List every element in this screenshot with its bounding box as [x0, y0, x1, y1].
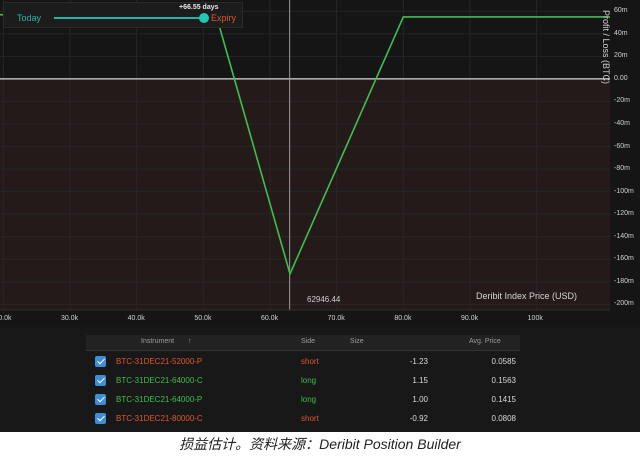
figure-caption: 损益估计。资料来源：Deribit Position Builder [179, 436, 461, 452]
y-tick-label: 20m [614, 52, 628, 60]
x-tick-label: 80.0k [394, 315, 412, 322]
x-tick-label: 70.0k [327, 315, 345, 322]
x-tick-label: 100k [527, 315, 543, 322]
x-axis-title: Deribit Index Price (USD) [476, 291, 578, 301]
time-slider[interactable]: Today +66.55 days Expiry [3, 2, 243, 28]
y-tick-label: -200m [614, 300, 634, 308]
pnl-chart: Today +66.55 days Expiry Profit / Loss (… [0, 0, 640, 327]
table-row: BTC-31DEC21-80000-C short -0.92 0.0808 [86, 410, 520, 428]
y-axis-title: Profit / Loss (BTC) [601, 9, 611, 84]
positions-table: Instrument ↑ Side Size Avg. Price BTC-31… [0, 327, 640, 432]
avg-price-cell: 0.0585 [491, 357, 516, 366]
side-cell: short [301, 414, 319, 423]
side-cell: long [301, 395, 317, 404]
avg-price-cell: 0.1563 [491, 376, 516, 385]
instrument-cell: BTC-31DEC21-64000-P [116, 395, 203, 404]
y-tick-label: -180m [614, 277, 634, 285]
row-checkbox[interactable] [95, 413, 106, 424]
sort-arrow-icon[interactable]: ↑ [188, 338, 192, 345]
slider-expiry-label: Expiry [211, 13, 237, 23]
size-cell: -0.92 [409, 414, 428, 423]
x-tick-label: 50.0k [194, 315, 212, 322]
y-tick-label: -60m [614, 142, 630, 150]
y-tick-label: -80m [614, 165, 630, 173]
price-marker-label: 62946.44 [307, 295, 341, 304]
y-tick-label: 0.00 [614, 74, 628, 82]
slider-thumb[interactable] [199, 13, 209, 23]
size-cell: -1.23 [409, 357, 428, 366]
y-tick-label: -20m [614, 97, 630, 105]
side-cell: short [301, 357, 319, 366]
table-row: BTC-31DEC21-64000-P long 1.00 0.1415 [86, 391, 520, 409]
y-tick-label: 60m [614, 7, 628, 15]
table-header: Instrument ↑ Side Size Avg. Price [86, 335, 520, 351]
x-tick-label: 40.0k [127, 315, 145, 322]
col-side-header[interactable]: Side [301, 338, 315, 345]
table-row: BTC-31DEC21-64000-C long 1.15 0.1563 [86, 372, 520, 390]
y-tick-label: -40m [614, 120, 630, 127]
avg-price-cell: 0.0808 [491, 414, 516, 423]
y-tick-label: -120m [614, 210, 634, 218]
slider-track[interactable] [54, 17, 204, 19]
instrument-cell: BTC-31DEC21-80000-C [116, 414, 203, 423]
x-tick-label: 90.0k [461, 315, 479, 322]
size-cell: 1.15 [412, 376, 428, 385]
pnl-chart-svg [0, 0, 610, 311]
instrument-cell: BTC-31DEC21-64000-C [116, 376, 203, 385]
y-tick-label: -100m [614, 187, 634, 195]
instrument-cell: BTC-31DEC21-52000-P [116, 357, 203, 366]
slider-days-label: +66.55 days [179, 4, 219, 11]
table-row: BTC-31DEC21-52000-P short -1.23 0.0585 [86, 353, 520, 371]
size-cell: 1.00 [412, 395, 428, 404]
col-avg-price-header[interactable]: Avg. Price [469, 338, 501, 345]
loss-region [0, 78, 610, 310]
row-checkbox[interactable] [95, 394, 106, 405]
x-tick-label: 60.0k [261, 315, 279, 322]
y-tick-label: -140m [614, 232, 634, 240]
y-tick-label: -160m [614, 255, 634, 263]
row-checkbox[interactable] [95, 375, 106, 386]
avg-price-cell: 0.1415 [491, 395, 516, 404]
x-tick-label: 30.0k [61, 315, 79, 322]
side-cell: long [301, 376, 317, 385]
col-size-header[interactable]: Size [350, 338, 364, 345]
slider-today-label: Today [17, 13, 42, 23]
col-instrument-header[interactable]: Instrument [141, 338, 174, 345]
x-tick-label: 20.0k [0, 315, 12, 322]
y-tick-label: 40m [614, 29, 628, 37]
row-checkbox[interactable] [95, 356, 106, 367]
